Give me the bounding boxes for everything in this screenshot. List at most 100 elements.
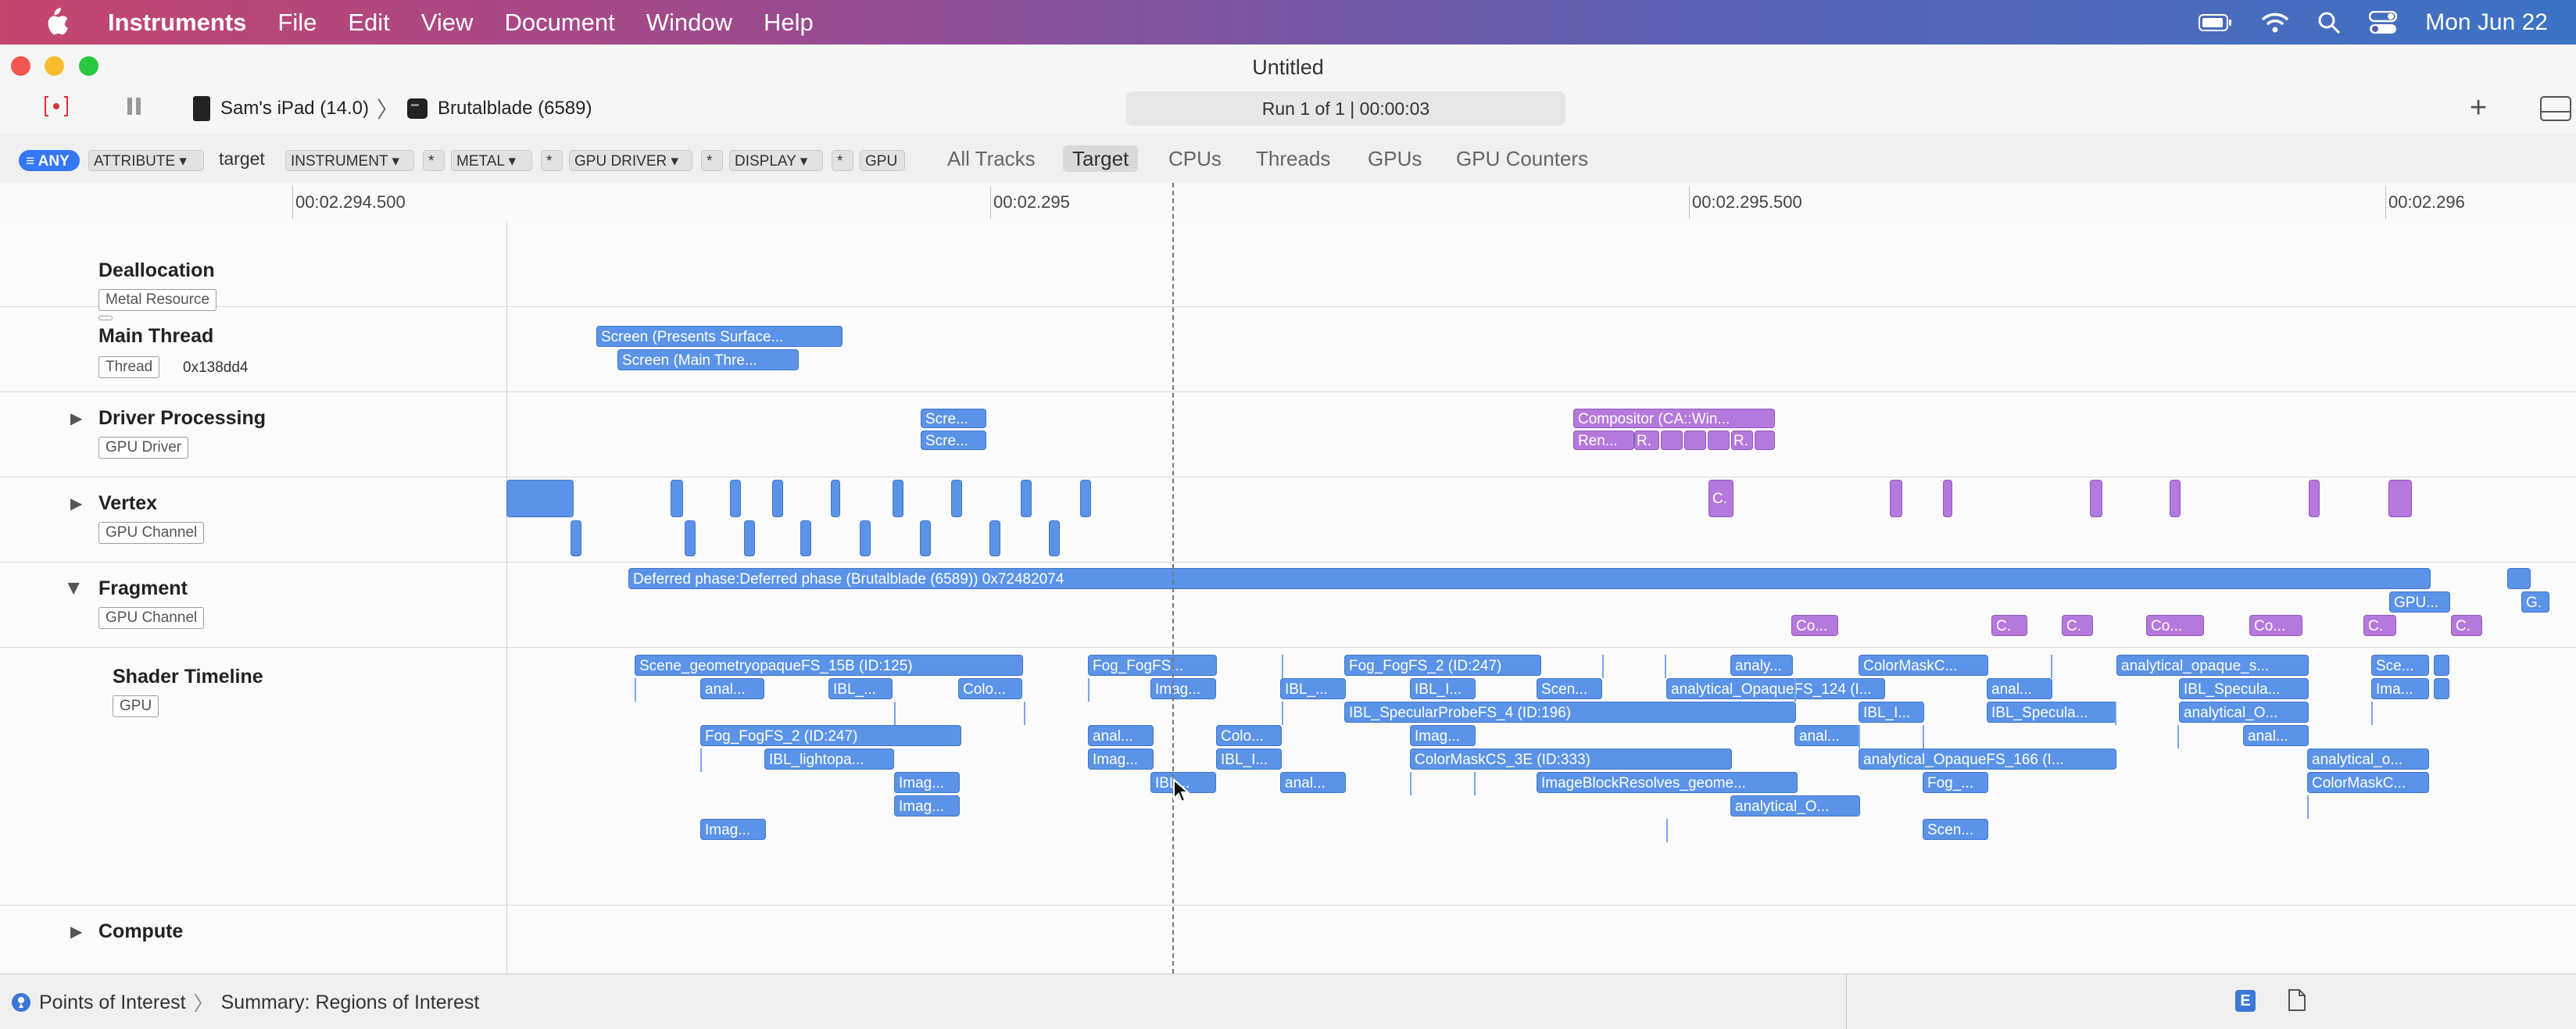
- event-interval[interactable]: Co...: [1791, 615, 1838, 636]
- event-interval[interactable]: Co...: [2146, 615, 2204, 636]
- event-interval[interactable]: [800, 520, 811, 556]
- wildcard-token[interactable]: *: [701, 150, 723, 171]
- event-interval[interactable]: [951, 480, 962, 517]
- shader-event[interactable]: [2434, 678, 2449, 699]
- shader-event[interactable]: analytical_o...: [2307, 749, 2429, 770]
- shader-event[interactable]: ColorMaskC...: [1859, 655, 1988, 676]
- shader-event[interactable]: anal...: [2243, 725, 2309, 746]
- playhead-indicator[interactable]: [1172, 183, 1174, 974]
- event-interval[interactable]: C.: [2451, 615, 2482, 636]
- event-interval[interactable]: [831, 480, 840, 517]
- event-interval[interactable]: C.: [2062, 615, 2093, 636]
- event-interval[interactable]: Screen (Presents Surface...: [596, 326, 843, 347]
- shader-event[interactable]: anal...: [1794, 725, 1860, 746]
- shader-event[interactable]: ColorMaskC...: [2307, 772, 2429, 793]
- tab-target[interactable]: Target: [1063, 145, 1139, 172]
- menu-app-name[interactable]: Instruments: [108, 9, 246, 37]
- event-interval[interactable]: [2388, 480, 2412, 517]
- shader-event[interactable]: Sce...: [2371, 655, 2429, 676]
- menu-document[interactable]: Document: [504, 9, 614, 37]
- event-interval[interactable]: Scre...: [921, 409, 986, 428]
- disclosure-icon[interactable]: ▶: [70, 494, 82, 513]
- event-interval[interactable]: [772, 480, 783, 517]
- search-icon[interactable]: [2317, 11, 2341, 34]
- time-ruler[interactable]: 00:02.294.500 00:02.295 00:02.295.500 00…: [0, 183, 2576, 223]
- shader-event[interactable]: analytical_OpaqueFS_124 (I...: [1666, 678, 1885, 699]
- target-text[interactable]: target: [219, 148, 265, 170]
- event-interval[interactable]: R.: [1634, 431, 1659, 450]
- event-interval[interactable]: [571, 520, 581, 556]
- track-driver-processing[interactable]: ▶ Driver Processing GPU Driver Scre... S…: [0, 391, 2576, 477]
- event-interval[interactable]: [671, 480, 683, 517]
- wildcard-token[interactable]: *: [541, 150, 563, 171]
- event-interval[interactable]: [2309, 480, 2320, 517]
- event-interval[interactable]: [989, 520, 1000, 556]
- tab-threads[interactable]: Threads: [1247, 145, 1340, 172]
- event-interval[interactable]: [1755, 431, 1775, 450]
- gpu-driver-token[interactable]: GPU DRIVER ▾: [569, 150, 692, 171]
- shader-event[interactable]: IBL_Specula...: [2179, 678, 2309, 699]
- event-interval[interactable]: Deferred phase:Deferred phase (Brutalbla…: [628, 568, 2431, 589]
- wildcard-token[interactable]: *: [423, 150, 445, 171]
- shader-event[interactable]: anal...: [1088, 725, 1154, 746]
- event-interval[interactable]: [2170, 480, 2181, 517]
- pause-button[interactable]: [125, 96, 144, 116]
- shader-event[interactable]: analy...: [1730, 655, 1793, 676]
- event-interval[interactable]: [860, 520, 871, 556]
- wifi-icon[interactable]: [2261, 12, 2289, 34]
- event-interval[interactable]: [1021, 480, 1032, 517]
- tab-gpus[interactable]: GPUs: [1358, 145, 1431, 172]
- event-interval[interactable]: [1890, 480, 1902, 517]
- shader-event[interactable]: Colo...: [958, 678, 1022, 699]
- event-interval[interactable]: [744, 520, 755, 556]
- shader-event[interactable]: Scen...: [1537, 678, 1602, 699]
- display-token[interactable]: DISPLAY ▾: [729, 150, 823, 171]
- shader-event[interactable]: IBL_I...: [1410, 678, 1476, 699]
- shader-event[interactable]: IBL_...: [828, 678, 893, 699]
- shader-event[interactable]: Scene_geometryopaqueFS_15B (ID:125): [635, 655, 1023, 676]
- shader-event[interactable]: Imag...: [700, 819, 766, 840]
- event-interval[interactable]: C.: [1708, 480, 1733, 517]
- event-interval[interactable]: [1049, 520, 1060, 556]
- shader-event[interactable]: anal...: [700, 678, 764, 699]
- disclosure-icon[interactable]: ▶: [65, 583, 84, 595]
- shader-event[interactable]: Scen...: [1923, 819, 1988, 840]
- breadcrumb-poi[interactable]: Points of Interest: [39, 991, 186, 1014]
- shader-event[interactable]: Imag...: [1150, 678, 1216, 699]
- track-area[interactable]: Deallocation Metal Resource Main Thread …: [0, 222, 2576, 974]
- shader-event[interactable]: Imag...: [1410, 725, 1476, 746]
- menubar-clock[interactable]: Mon Jun 22: [2425, 9, 2548, 36]
- shader-event[interactable]: Colo...: [1216, 725, 1282, 746]
- record-button[interactable]: [44, 95, 69, 118]
- event-interval[interactable]: [2507, 568, 2531, 589]
- event-interval[interactable]: [2090, 480, 2102, 517]
- menu-window[interactable]: Window: [646, 9, 732, 37]
- battery-icon[interactable]: [2199, 13, 2233, 32]
- event-interval[interactable]: [1684, 431, 1706, 450]
- track-deallocation[interactable]: Deallocation: [0, 248, 2576, 320]
- track-shader-timeline[interactable]: Shader Timeline GPU Scene_geometryopaque…: [0, 647, 2576, 906]
- disclosure-icon[interactable]: ▶: [70, 922, 82, 941]
- info-icon[interactable]: E: [2235, 990, 2256, 1012]
- shader-event[interactable]: Ima...: [2371, 678, 2429, 699]
- tab-gpu-counters[interactable]: GPU Counters: [1447, 145, 1597, 172]
- event-interval[interactable]: [506, 480, 574, 517]
- disclosure-icon[interactable]: ▶: [70, 409, 82, 428]
- doc-icon[interactable]: [2287, 988, 2307, 1012]
- tab-all-tracks[interactable]: All Tracks: [938, 145, 1045, 172]
- shader-event[interactable]: Fog_FogFS...: [1088, 655, 1217, 676]
- event-interval[interactable]: [1080, 480, 1091, 517]
- shader-event[interactable]: anal...: [1987, 678, 2052, 699]
- shader-event[interactable]: Imag...: [894, 772, 960, 793]
- event-interval[interactable]: Compositor (CA::Win...: [1573, 409, 1775, 428]
- event-interval[interactable]: Scre...: [921, 431, 986, 450]
- shader-event[interactable]: IBL_Specula...: [1987, 702, 2116, 723]
- track-main-thread[interactable]: Main Thread Thread 0x138dd4 Screen (Pres…: [0, 306, 2576, 392]
- event-interval[interactable]: [685, 520, 696, 556]
- layout-icon[interactable]: [2540, 96, 2571, 121]
- shader-event[interactable]: IBL_...: [1280, 678, 1346, 699]
- shader-event[interactable]: analytical_opaque_s...: [2116, 655, 2309, 676]
- menu-help[interactable]: Help: [764, 9, 814, 37]
- track-fragment[interactable]: ▶ Fragment GPU Channel Deferred phase:De…: [0, 562, 2576, 648]
- shader-event[interactable]: IBL_SpecularProbeFS_4 (ID:196): [1344, 702, 1796, 723]
